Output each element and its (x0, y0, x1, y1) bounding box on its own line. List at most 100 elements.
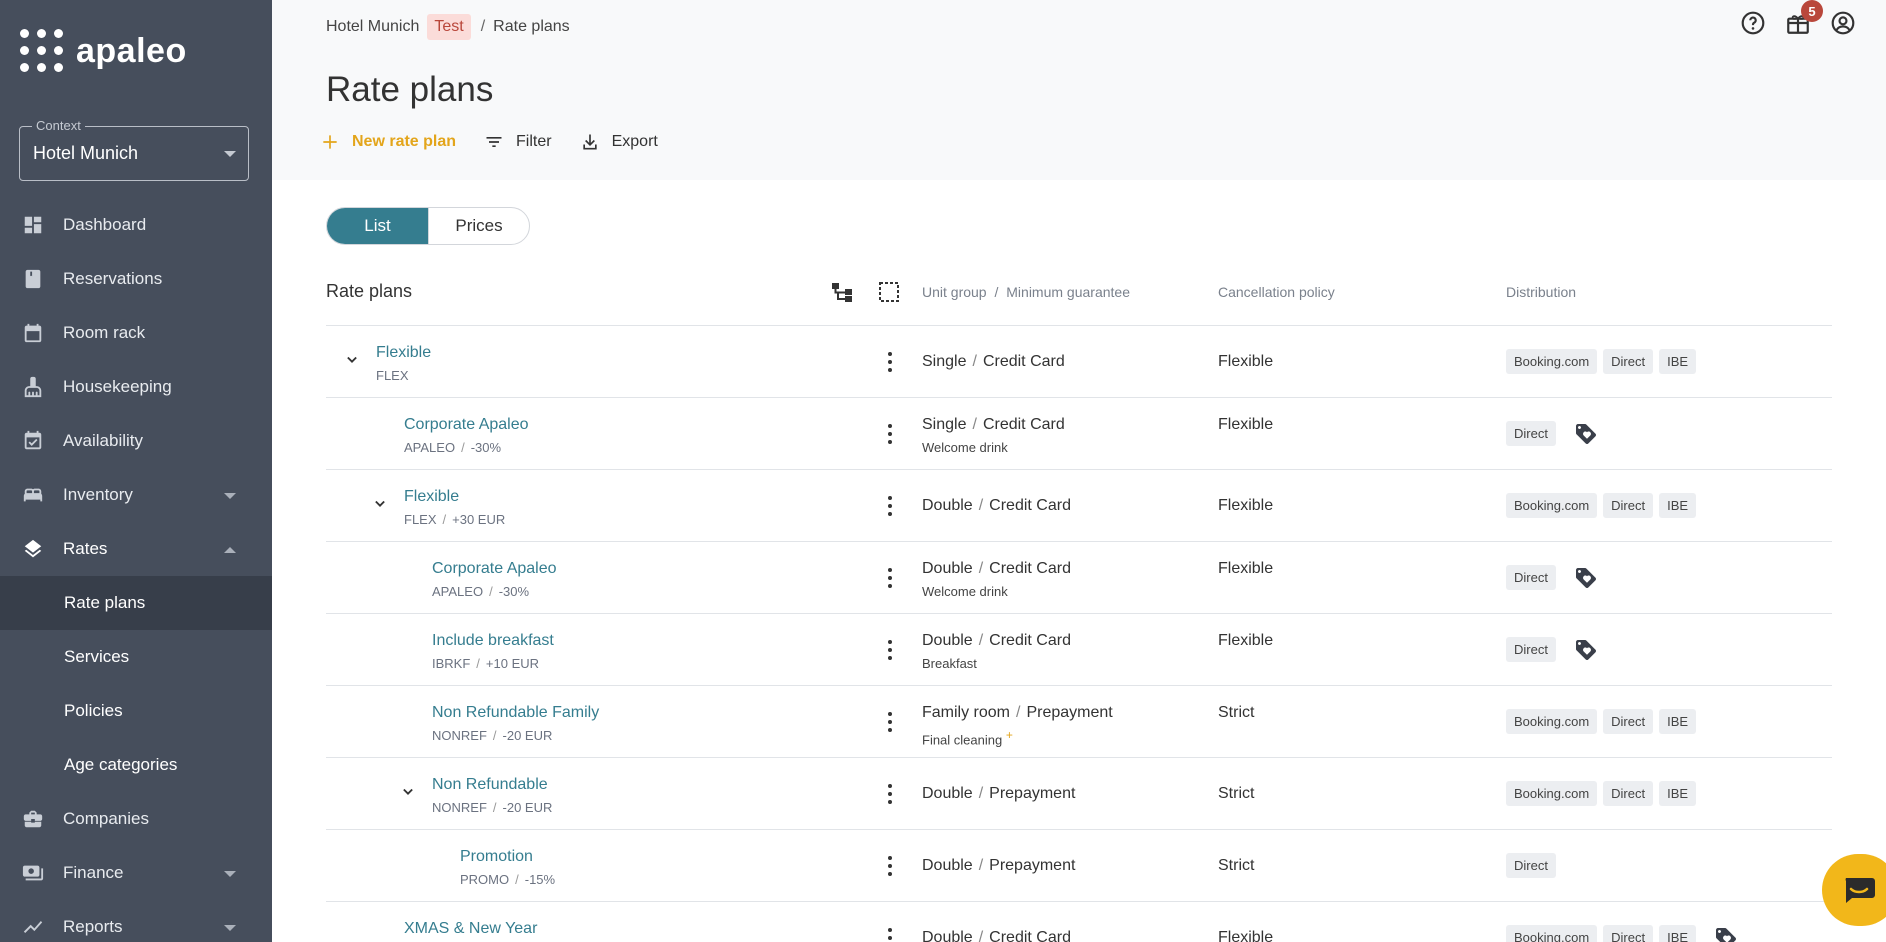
user-account-icon[interactable] (1830, 10, 1856, 36)
rate-plan-name[interactable]: Non Refundable Family (432, 704, 599, 722)
table-row[interactable]: Promotion PROMO / -15% Double / Prepayment Stri… (326, 830, 1832, 902)
select-all-icon[interactable] (877, 280, 901, 304)
breadcrumb-current: Rate plans (493, 18, 570, 35)
promo-tag-icon[interactable] (1714, 926, 1738, 942)
rate-plan-code: APALEO / -30% (432, 584, 529, 599)
env-badge: Test (427, 14, 471, 40)
help-icon[interactable] (1740, 10, 1766, 36)
chat-button[interactable] (1822, 854, 1886, 926)
export-button[interactable]: Export (580, 132, 658, 152)
money-icon (22, 862, 44, 884)
context-select[interactable]: Context Hotel Munich (19, 118, 249, 181)
layers-icon (22, 538, 44, 560)
filter-button[interactable]: Filter (484, 132, 552, 152)
gift-icon[interactable]: 5 (1785, 0, 1823, 36)
table-row[interactable]: Non Refundable NONREF / -20 EUR Double / Prepa… (326, 758, 1832, 830)
export-label: Export (611, 133, 658, 150)
service-name: Final cleaning (922, 732, 1003, 748)
chevron-down-icon[interactable] (342, 350, 362, 370)
more-options-icon[interactable] (884, 710, 896, 734)
unit-separator: / (972, 416, 977, 433)
nav-item-housekeeping[interactable]: Housekeeping (0, 360, 272, 414)
nav-item-availability[interactable]: Availability (0, 414, 272, 468)
nav-subitem-rate-plans[interactable]: Rate plans (0, 576, 272, 630)
breadcrumb-property[interactable]: Hotel Munich (326, 18, 419, 36)
channel-chip: Direct (1603, 349, 1654, 374)
nav-item-finance[interactable]: Finance (0, 846, 272, 900)
more-options-icon[interactable] (884, 926, 896, 942)
more-options-icon[interactable] (884, 638, 896, 662)
minimum-guarantee: Credit Card (982, 416, 1065, 433)
cancellation-policy: Flexible (1218, 929, 1274, 942)
more-options-icon[interactable] (884, 782, 896, 806)
more-options-icon[interactable] (884, 350, 896, 374)
rate-code: PROMO (460, 872, 510, 887)
table-row[interactable]: XMAS & New Year Double / Credit Card Flexibl… (326, 902, 1832, 942)
nav-subitem-age-categories[interactable]: Age categories (0, 738, 272, 792)
hierarchy-icon[interactable] (830, 280, 854, 304)
chevron-down-icon[interactable] (398, 782, 418, 802)
nav-label: Companies (63, 809, 149, 828)
distribution-channels: Booking.com Direct IBE (1506, 781, 1702, 806)
table-row[interactable]: Flexible FLEX / +30 EUR Double / Credit Card Fl… (326, 470, 1832, 542)
prices-view-button[interactable]: Prices (428, 208, 529, 244)
service-name: Welcome drink (922, 440, 1008, 455)
page-title: Rate plans (326, 70, 494, 109)
apaleo-logo[interactable]: apaleo (20, 28, 187, 74)
nav-item-rates[interactable]: Rates (0, 522, 272, 576)
nav-subitem-policies[interactable]: Policies (0, 684, 272, 738)
unit-guarantee: Single / Credit Card (922, 353, 1065, 371)
unit-separator: / (972, 353, 977, 370)
dashboard-icon (22, 214, 44, 236)
more-options-icon[interactable] (884, 422, 896, 446)
list-view-button[interactable]: List (327, 208, 428, 244)
more-options-icon[interactable] (884, 566, 896, 590)
distribution-channels: Direct (1506, 853, 1562, 878)
table-row[interactable]: Corporate Apaleo APALEO / -30% Single / Credit… (326, 398, 1832, 470)
nav-subitem-services[interactable]: Services (0, 630, 272, 684)
table-row[interactable]: Corporate Apaleo APALEO / -30% Double / Credit… (326, 542, 1832, 614)
rate-plan-name[interactable]: XMAS & New Year (404, 920, 537, 938)
nav-item-reports[interactable]: Reports (0, 900, 272, 942)
nav-item-dashboard[interactable]: Dashboard (0, 198, 272, 252)
download-icon (582, 134, 597, 150)
chevron-down-icon[interactable] (370, 494, 390, 514)
channel-chip: Direct (1506, 853, 1556, 878)
table-row[interactable]: Flexible FLEX Single / Credit Card Flexible Bo… (326, 326, 1832, 398)
rate-plan-name[interactable]: Flexible (404, 488, 459, 506)
rate-plan-name[interactable]: Corporate Apaleo (432, 560, 557, 578)
service-name: Breakfast (922, 656, 977, 671)
rate-plan-name[interactable]: Corporate Apaleo (404, 416, 529, 434)
code-separator: / (461, 440, 465, 455)
unit-separator: / (978, 560, 984, 577)
nav-item-room-rack[interactable]: Room rack (0, 306, 272, 360)
nav-item-companies[interactable]: Companies (0, 792, 272, 846)
rate-plan-name[interactable]: Include breakfast (432, 632, 554, 650)
channel-chip: IBE (1659, 925, 1697, 942)
nav-item-reservations[interactable]: Reservations (0, 252, 272, 306)
nav-label: Availability (63, 431, 144, 450)
table-row[interactable]: Include breakfast IBRKF / +10 EUR Double / Cre… (326, 614, 1832, 686)
promo-tag-icon[interactable] (1574, 422, 1598, 446)
promo-tag-icon[interactable] (1574, 566, 1598, 590)
unit-guarantee: Double / Credit Card (922, 929, 1071, 942)
nav-item-inventory[interactable]: Inventory (0, 468, 272, 522)
briefcase-icon (22, 808, 44, 830)
new-rate-plan-button[interactable]: New rate plan (320, 132, 456, 152)
filter-icon (486, 137, 502, 147)
rate-plan-name[interactable]: Flexible (376, 344, 431, 362)
minimum-guarantee: Credit Card (989, 632, 1071, 649)
more-options-icon[interactable] (884, 494, 896, 518)
code-separator: / (476, 656, 480, 671)
rate-plan-name[interactable]: Promotion (460, 848, 533, 866)
unit-group: Double (922, 632, 973, 649)
table-row[interactable]: Non Refundable Family NONREF / -20 EUR Famil… (326, 686, 1832, 758)
broom-icon (22, 376, 44, 398)
unit-group: Double (922, 785, 973, 802)
promo-tag-icon[interactable] (1574, 638, 1598, 662)
cancellation-policy: Flexible (1218, 560, 1274, 577)
rate-plan-code: NONREF / -20 EUR (432, 728, 552, 743)
more-options-icon[interactable] (884, 854, 896, 878)
rate-plan-name[interactable]: Non Refundable (432, 776, 548, 794)
unit-separator: / (978, 497, 984, 514)
